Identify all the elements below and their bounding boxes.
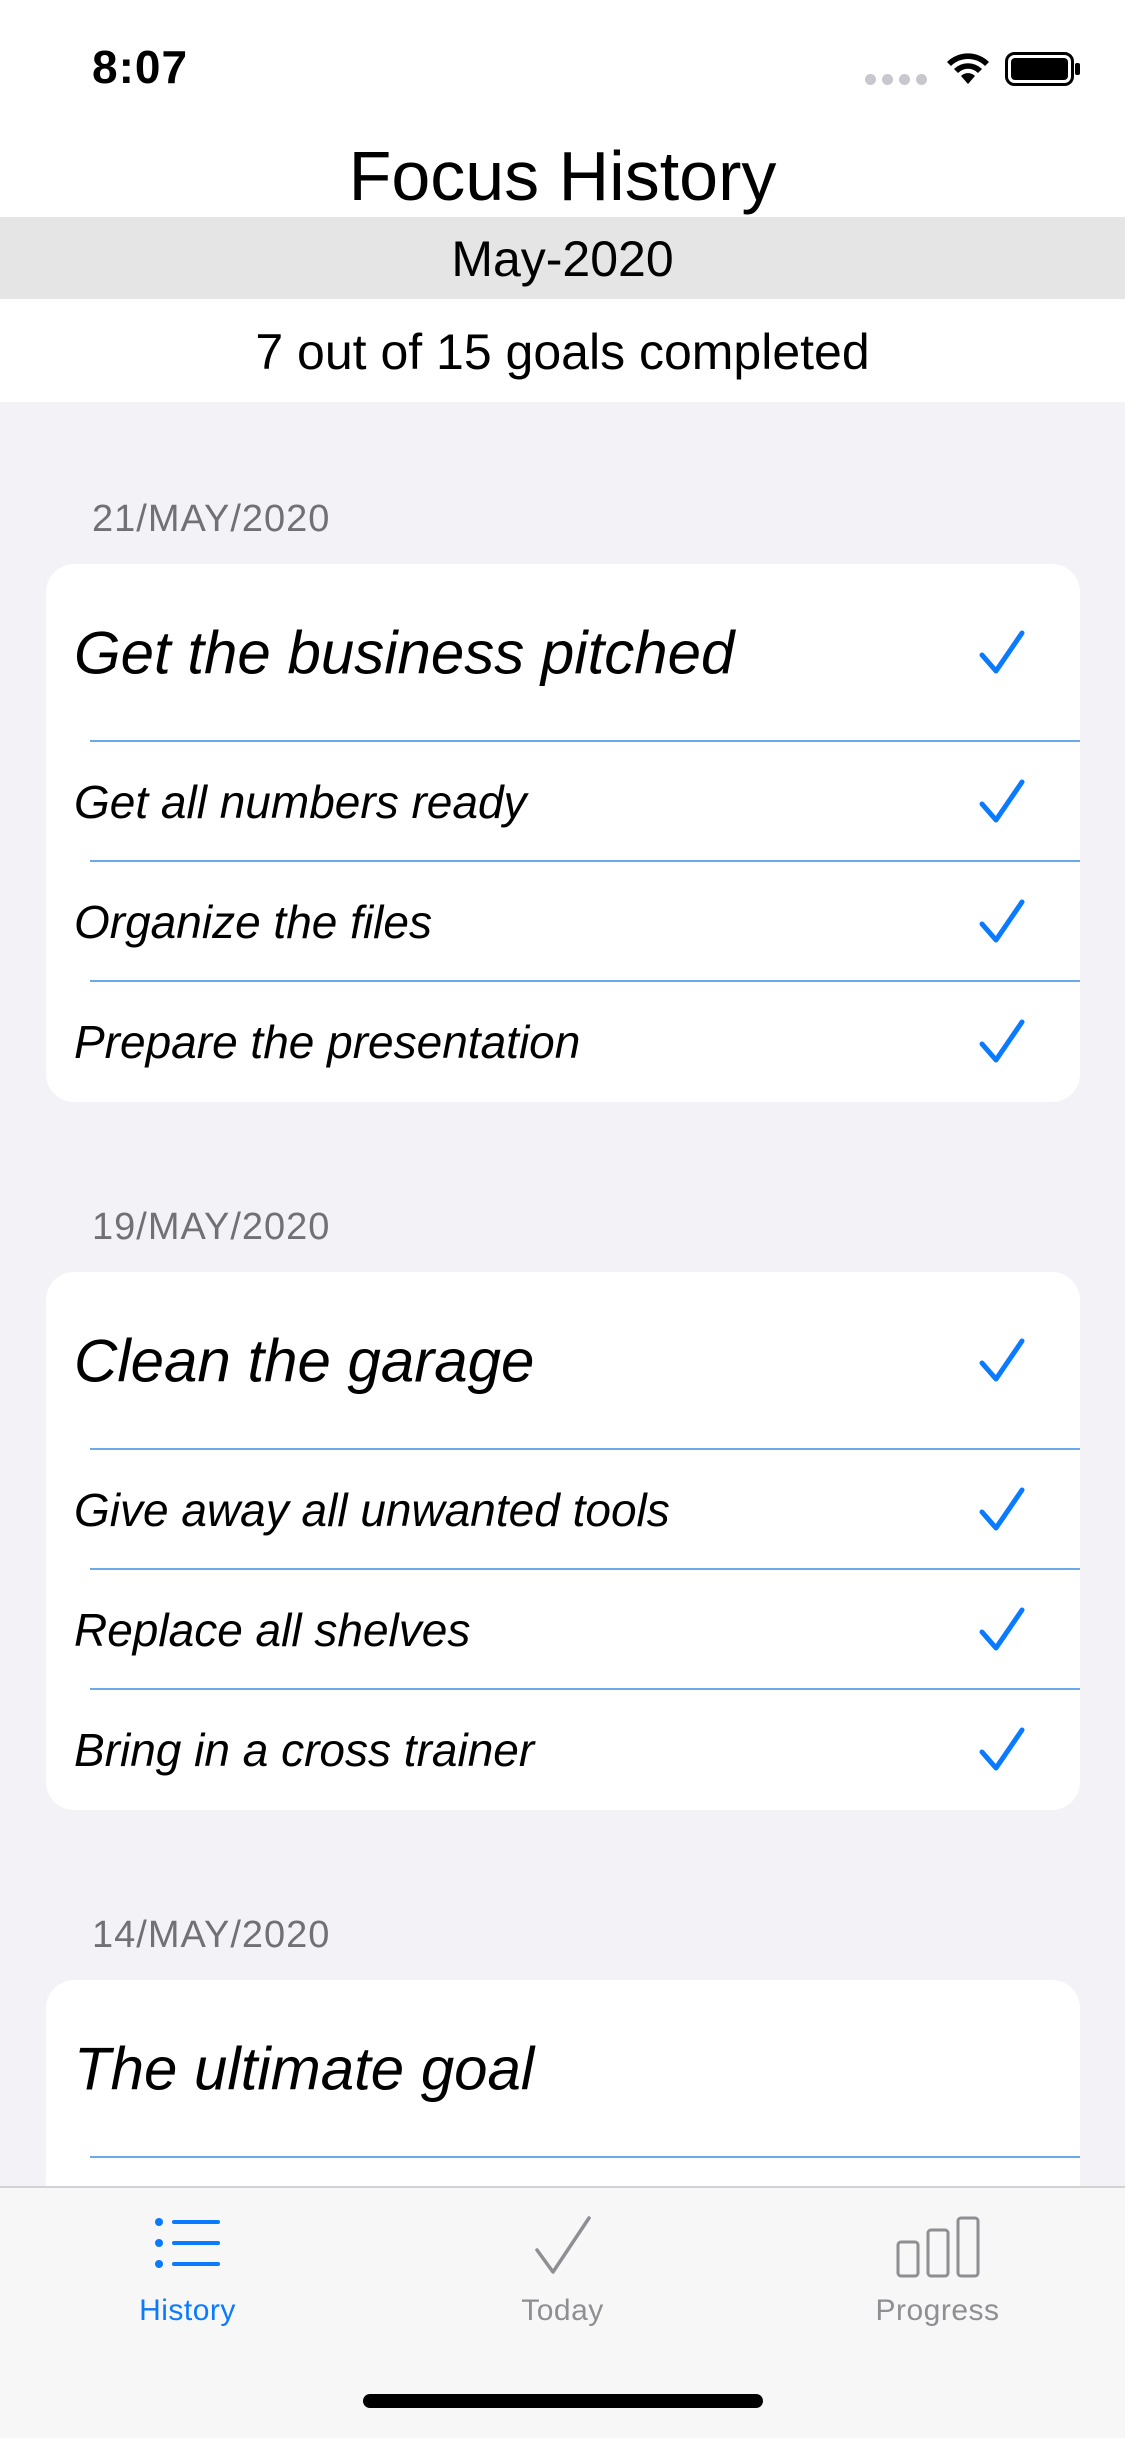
goal-title: Clean the garage — [74, 1327, 535, 1395]
task-row[interactable]: Prepare the presentation — [46, 982, 1080, 1102]
checkmark-icon — [979, 899, 1025, 943]
tab-today[interactable]: Today — [375, 2188, 750, 2358]
page-header: Focus History — [0, 135, 1125, 217]
task-title: Give away all unwanted tools — [74, 1484, 670, 1536]
wifi-icon — [947, 53, 989, 84]
check-icon — [534, 2216, 591, 2274]
section-date: 14/MAY/2020 — [92, 1914, 331, 1956]
battery-icon — [1005, 52, 1080, 86]
goal-row[interactable]: Get the business pitched — [46, 564, 1080, 742]
task-row[interactable]: Give away all unwanted tools — [46, 1450, 1080, 1570]
tab-history[interactable]: History — [0, 2188, 375, 2358]
task-row[interactable]: Organize the files — [46, 862, 1080, 982]
checkmark-icon — [979, 630, 1025, 674]
cellular-signal-icon — [865, 72, 933, 90]
bar-chart-icon — [896, 2216, 979, 2278]
checkmark-icon — [979, 1019, 1025, 1063]
tab-label: Progress — [875, 2294, 1000, 2327]
checkmark-icon — [979, 779, 1025, 823]
task-row[interactable]: Bring in a cross trainer — [46, 1690, 1080, 1810]
task-row[interactable]: Get all numbers ready — [46, 742, 1080, 862]
checkmark-icon — [979, 1607, 1025, 1651]
section-date: 21/MAY/2020 — [92, 498, 331, 540]
task-title: Prepare the presentation — [74, 1016, 581, 1068]
status-time: 8:07 — [92, 41, 189, 93]
list-icon — [154, 2218, 220, 2268]
status-bar: 8:07 — [0, 0, 1125, 135]
tab-label: History — [139, 2294, 236, 2327]
tab-progress[interactable]: Progress — [750, 2188, 1125, 2358]
goal-title: The ultimate goal — [74, 2035, 535, 2103]
task-title: Bring in a cross trainer — [74, 1724, 535, 1776]
task-title: Organize the files — [74, 896, 432, 948]
checkmark-icon — [979, 1727, 1025, 1771]
row-divider — [90, 2156, 1080, 2158]
status-indicators — [865, 48, 1085, 88]
page-title: Focus History — [348, 137, 777, 215]
month-selector[interactable]: May-2020 — [0, 217, 1125, 299]
task-row[interactable]: Replace all shelves — [46, 1570, 1080, 1690]
task-title: Get all numbers ready — [74, 776, 527, 828]
home-indicator[interactable] — [363, 2394, 763, 2408]
task-title: Replace all shelves — [74, 1604, 471, 1656]
section-date: 19/MAY/2020 — [92, 1206, 331, 1248]
goal-row[interactable]: The ultimate goal — [46, 1980, 1080, 2158]
checkmark-icon — [979, 1338, 1025, 1382]
checkmark-icon — [979, 1487, 1025, 1531]
goal-card: Clean the garage Give away all unwanted … — [46, 1272, 1080, 1810]
goals-summary: 7 out of 15 goals completed — [0, 299, 1125, 402]
goal-row[interactable]: Clean the garage — [46, 1272, 1080, 1450]
tab-label: Today — [521, 2294, 604, 2327]
goal-card: Get the business pitched Get all numbers… — [46, 564, 1080, 1102]
goal-title: Get the business pitched — [74, 619, 735, 687]
